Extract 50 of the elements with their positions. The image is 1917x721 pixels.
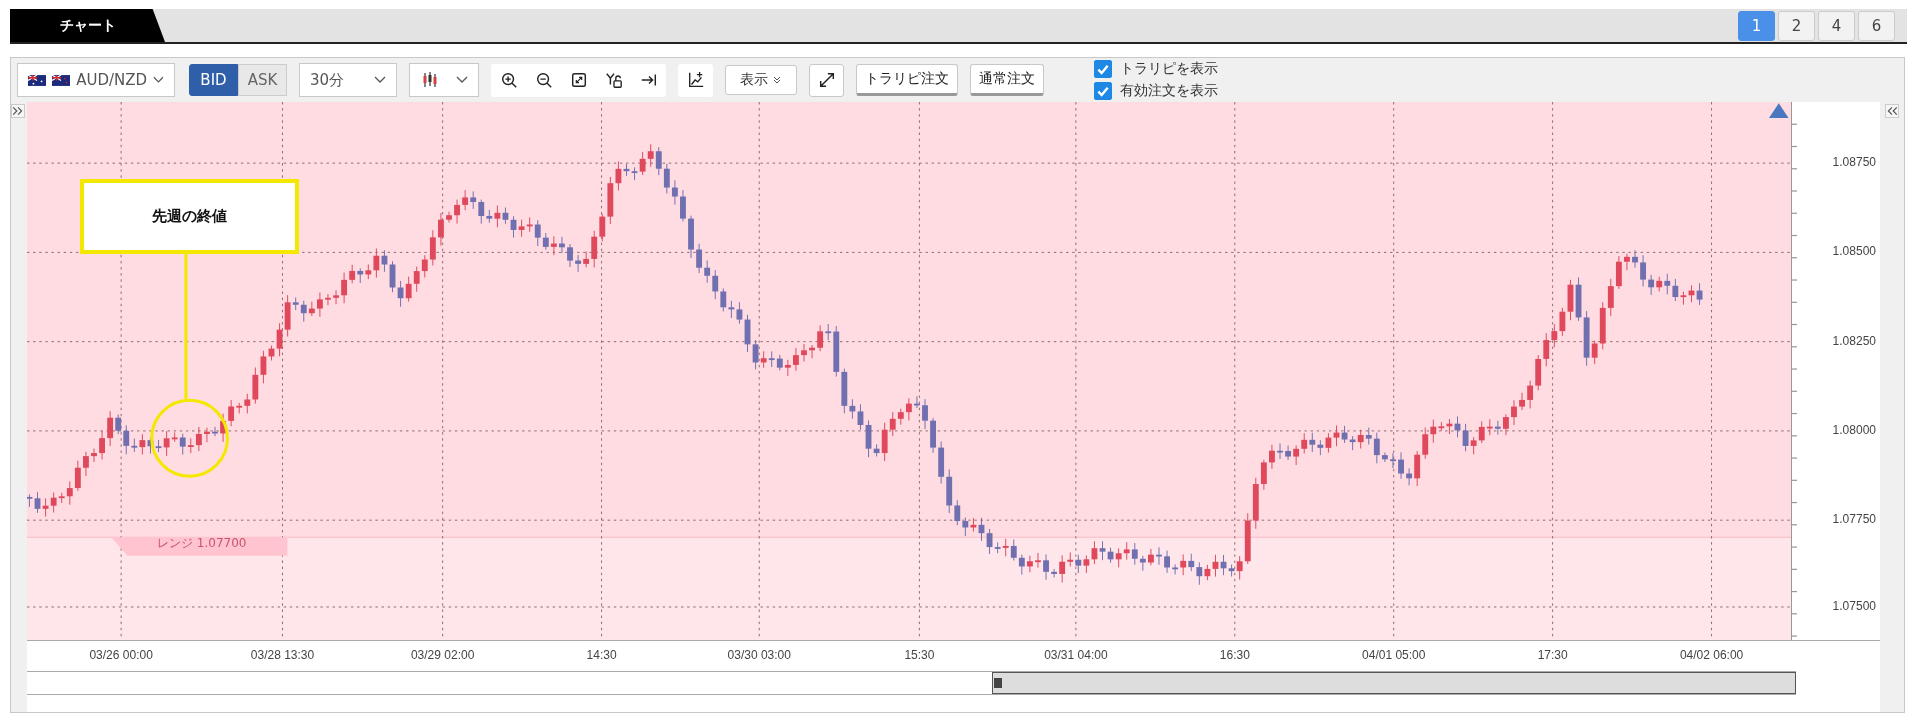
double-chevron-down-icon [772,75,782,85]
x-axis-label: 03/26 00:00 [89,648,153,662]
y-axis-label: 1.08500 [1832,244,1876,259]
flag-icon [28,73,47,87]
x-axis-label: 17:30 [1537,648,1568,662]
checkbox[interactable] [1094,82,1112,100]
timeframe-text: 30分 [310,70,345,90]
order-button[interactable]: 通常注文 [970,64,1044,96]
triangle-up-icon[interactable] [1769,103,1789,118]
timeframe-select[interactable]: 30分 [299,63,397,97]
checkbox-label: トラリピを表示 [1120,60,1218,78]
layout-button[interactable]: 2 [1778,10,1815,41]
x-axis-label: 04/01 05:00 [1362,648,1426,662]
drag-handle[interactable] [994,678,1002,688]
y-axis-label: 1.07750 [1832,512,1876,527]
x-axis-label: 03/31 04:00 [1044,648,1108,662]
collapse-right-icon[interactable] [1885,104,1899,118]
chevron-down-icon [456,76,468,84]
chevron-down-icon [153,76,164,84]
checkbox-label: 有効注文を表示 [1120,82,1218,100]
x-axis-label: 15:30 [904,648,935,662]
x-axis-label: 03/30 03:00 [727,648,791,662]
range-label: レンジ 1.07700 [157,535,247,552]
x-axis-label: 14:30 [586,648,617,662]
expand-left-icon[interactable] [11,104,25,118]
navigator-window[interactable] [992,672,1796,694]
y-axis-label: 1.08750 [1832,155,1876,170]
layout-button[interactable]: 4 [1818,10,1855,41]
callout-box: 先週の終値 [80,179,299,254]
display-menu-button[interactable]: 表示 [725,65,797,95]
symbol-select[interactable]: AUD/NZD [17,63,175,97]
x-axis-label: 03/29 02:00 [410,648,475,662]
chart-type-select[interactable] [409,63,479,97]
x-axis-label: 04/02 06:00 [1679,648,1744,662]
x-axis-label: 03/28 13:30 [250,648,315,662]
indicator-add-icon[interactable] [678,63,713,97]
chart-tab[interactable]: チャート [10,9,165,42]
x-axis-label: 16:30 [1219,648,1250,662]
fullscreen-icon[interactable] [809,63,844,97]
y-axis-label: 1.07500 [1832,598,1876,613]
y-axis-label: 1.08000 [1832,422,1876,437]
chevron-down-icon [374,76,386,84]
y-axis-label: 1.08250 [1832,333,1876,348]
flag-icon [52,73,71,87]
price-side-tab[interactable]: ASK [238,64,287,96]
symbol-text: AUD/NZD [76,71,148,89]
checkbox[interactable] [1094,60,1112,78]
layout-button[interactable]: 6 [1858,10,1895,41]
price-side-tab[interactable]: BID [189,64,238,96]
order-button[interactable]: トラリピ注文 [856,64,958,96]
